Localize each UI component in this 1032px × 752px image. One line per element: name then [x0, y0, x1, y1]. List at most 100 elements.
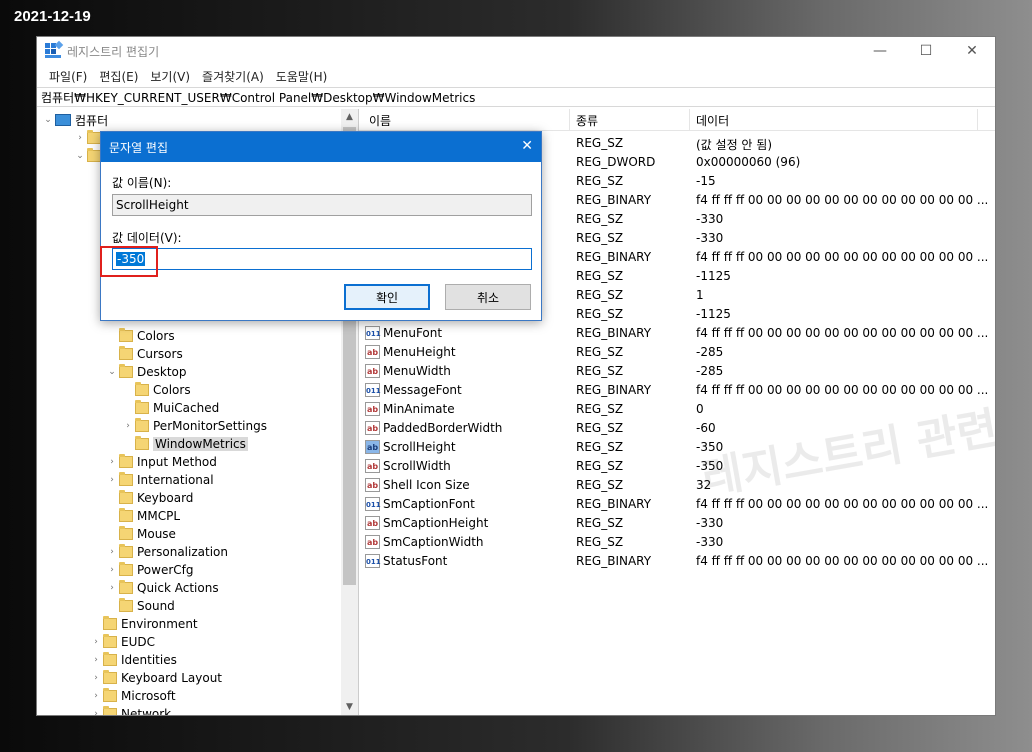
tree-item[interactable]: MMCPL: [105, 507, 180, 525]
tree-item[interactable]: › Identities: [89, 651, 177, 669]
tree-item[interactable]: Environment: [89, 615, 198, 633]
tree-item-label: Cursors: [137, 347, 183, 361]
address-bar[interactable]: 컴퓨터₩HKEY_CURRENT_USER₩Control Panel₩Desk…: [37, 87, 995, 107]
expander-icon[interactable]: ›: [89, 655, 103, 665]
tree-item[interactable]: Colors: [121, 381, 191, 399]
tree-item-computer[interactable]: ⌄ 컴퓨터: [41, 111, 108, 129]
folder-icon: [135, 436, 149, 450]
registry-value-row[interactable]: ab MenuHeight REG_SZ -285: [359, 343, 995, 362]
tree-item-label: MuiCached: [153, 401, 220, 415]
registry-value-row[interactable]: ab PaddedBorderWidth REG_SZ -60: [359, 419, 995, 438]
expander-icon[interactable]: ›: [89, 637, 103, 647]
registry-value-row[interactable]: 011 MessageFont REG_BINARY f4 ff ff ff 00 0…: [359, 381, 995, 400]
minimize-button[interactable]: —: [857, 37, 903, 65]
expander-icon[interactable]: ⌄: [73, 151, 87, 161]
tree-item[interactable]: MuiCached: [121, 399, 219, 417]
value-data-input[interactable]: -350: [112, 248, 532, 270]
tree-item-label: EUDC: [121, 635, 155, 649]
value-name: SmCaptionWidth: [383, 535, 484, 549]
folder-icon: [119, 328, 133, 342]
tree-item[interactable]: Mouse: [105, 525, 176, 543]
value-data: -15: [696, 174, 716, 188]
maximize-button[interactable]: ☐: [903, 37, 949, 65]
close-button[interactable]: ✕: [949, 37, 995, 65]
value-data: (값 설정 안 됨): [696, 138, 773, 152]
tree-item[interactable]: Keyboard: [105, 489, 193, 507]
folder-icon: [119, 472, 133, 486]
value-data: 0x00000060 (96): [696, 155, 801, 169]
folder-icon: [119, 346, 133, 360]
expander-icon[interactable]: ›: [105, 457, 119, 467]
menu-edit[interactable]: 편집(E): [93, 68, 144, 85]
tree-item[interactable]: › PowerCfg: [105, 561, 194, 579]
registry-value-row[interactable]: 011 StatusFont REG_BINARY f4 ff ff ff 00 00…: [359, 552, 995, 571]
registry-value-row[interactable]: 011 SmCaptionFont REG_BINARY f4 ff ff ff 00…: [359, 495, 995, 514]
tree-item[interactable]: › Microsoft: [89, 687, 176, 705]
string-value-icon: ab: [365, 421, 380, 435]
registry-value-row[interactable]: ab SmCaptionWidth REG_SZ -330: [359, 533, 995, 552]
value-data: -1125: [696, 269, 731, 283]
expander-icon[interactable]: ⌄: [105, 367, 119, 377]
tree-item[interactable]: › International: [105, 471, 214, 489]
expander-icon[interactable]: ›: [89, 709, 103, 715]
expander-icon[interactable]: ›: [89, 691, 103, 701]
registry-value-row[interactable]: ab MenuWidth REG_SZ -285: [359, 362, 995, 381]
value-data: -330: [696, 231, 724, 245]
tree-item[interactable]: WindowMetrics: [121, 435, 248, 453]
column-header-name[interactable]: 이름: [369, 112, 391, 129]
ok-button[interactable]: 확인: [344, 284, 430, 310]
value-data: 1: [696, 288, 704, 302]
expander-icon[interactable]: ›: [105, 565, 119, 575]
folder-icon: [103, 652, 117, 666]
tree-item[interactable]: › Personalization: [105, 543, 228, 561]
binary-value-icon: 011: [365, 383, 381, 397]
list-header: 이름 종류 데이터: [359, 109, 995, 131]
tree-item[interactable]: › EUDC: [89, 633, 155, 651]
expander-icon[interactable]: ›: [105, 475, 119, 485]
value-name: SmCaptionFont: [383, 497, 475, 511]
registry-value-row[interactable]: ab Shell Icon Size REG_SZ 32: [359, 476, 995, 495]
collapse-icon[interactable]: ⌄: [41, 115, 55, 125]
menu-view[interactable]: 보기(V): [144, 68, 196, 85]
folder-icon: [119, 598, 133, 612]
tree-item-label: Desktop: [137, 365, 187, 379]
column-header-data[interactable]: 데이터: [696, 112, 729, 129]
registry-value-row[interactable]: ab ScrollWidth REG_SZ -350: [359, 457, 995, 476]
tree-item-label: Input Method: [137, 455, 217, 469]
expander-icon[interactable]: ›: [89, 673, 103, 683]
tree-item-label: 컴퓨터: [75, 113, 109, 128]
registry-value-row[interactable]: ab SmCaptionHeight REG_SZ -330: [359, 514, 995, 533]
scroll-down-icon[interactable]: ▼: [341, 699, 358, 715]
scroll-up-icon[interactable]: ▲: [341, 109, 358, 125]
tree-item[interactable]: › Network: [89, 705, 171, 715]
expander-icon[interactable]: ›: [105, 547, 119, 557]
registry-value-row[interactable]: 011 MenuFont REG_BINARY f4 ff ff ff 00 00 0…: [359, 324, 995, 343]
dialog-close-icon[interactable]: ✕: [521, 138, 533, 154]
tree-item[interactable]: Colors: [105, 327, 175, 345]
tree-item[interactable]: › Input Method: [105, 453, 217, 471]
menu-favorites[interactable]: 즐겨찾기(A): [196, 68, 270, 85]
tree-item[interactable]: › Keyboard Layout: [89, 669, 222, 687]
menu-help[interactable]: 도움말(H): [270, 68, 334, 85]
expander-icon[interactable]: ›: [105, 583, 119, 593]
string-value-icon: ab: [365, 535, 380, 549]
cancel-button[interactable]: 취소: [445, 284, 531, 310]
menu-file[interactable]: 파일(F): [43, 68, 93, 85]
tree-item[interactable]: ⌄ Desktop: [105, 363, 187, 381]
string-value-icon: ab: [365, 345, 380, 359]
value-name-label: 값 이름(N):: [112, 176, 172, 190]
column-header-type[interactable]: 종류: [576, 112, 598, 129]
tree-item[interactable]: › PerMonitorSettings: [121, 417, 267, 435]
registry-value-row[interactable]: ab MinAnimate REG_SZ 0: [359, 400, 995, 419]
tree-item[interactable]: Cursors: [105, 345, 183, 363]
tree-item[interactable]: Sound: [105, 597, 175, 615]
expander-icon[interactable]: ›: [121, 421, 135, 431]
registry-value-row[interactable]: ab ScrollHeight REG_SZ -350: [359, 438, 995, 457]
tree-item-label: Identities: [121, 653, 177, 667]
tree-item[interactable]: › Quick Actions: [105, 579, 219, 597]
binary-value-icon: 011: [365, 554, 381, 568]
value-type: REG_SZ: [576, 440, 624, 454]
expander-icon[interactable]: ›: [73, 133, 87, 143]
value-type: REG_BINARY: [576, 497, 652, 511]
value-name-text: ScrollHeight: [116, 198, 189, 212]
